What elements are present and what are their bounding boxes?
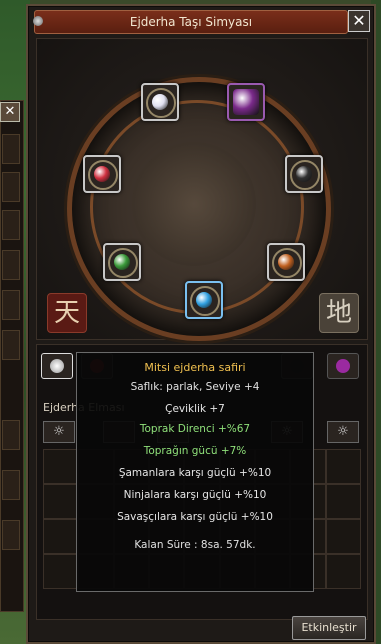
tooltip-remaining-time: Kalan Süre : 8sa. 57dk. [134, 539, 256, 551]
slot-right-garnet[interactable] [267, 243, 305, 281]
tab-diamond[interactable] [41, 353, 73, 379]
slot-bottom-sapphire[interactable] [185, 281, 223, 319]
ruby-gem-icon [94, 166, 110, 182]
dragon-emblem [132, 142, 256, 266]
tooltip-stat: Ninjalara karşı güçlü +%10 [123, 489, 267, 501]
slot-left-jade[interactable] [103, 243, 141, 281]
slot-top-diamond[interactable] [141, 83, 179, 121]
tab-amethyst[interactable] [327, 353, 359, 379]
inventory-cell[interactable] [43, 554, 79, 589]
onyx-gem-icon [296, 166, 312, 182]
side-slot[interactable] [2, 210, 20, 240]
tooltip-stat: Çeviklik +7 [165, 403, 225, 415]
amethyst-tab-icon [336, 359, 350, 373]
side-slot[interactable] [2, 134, 20, 164]
diamond-tab-icon [50, 359, 64, 373]
heaven-glyph-icon[interactable]: 天 [47, 293, 87, 333]
side-slot[interactable] [2, 470, 20, 500]
item-tooltip: Mitsi ejderha safiri Saflık: parlak, Sev… [76, 352, 314, 592]
inventory-cell[interactable] [43, 484, 79, 519]
tooltip-stat: Toprak Direnci +%67 [139, 423, 251, 435]
side-slot[interactable] [2, 330, 20, 360]
gem-type-icon[interactable]: ☼ [327, 421, 359, 443]
side-panel-close-button[interactable]: ✕ [0, 102, 20, 122]
title-bar[interactable]: Ejderha Taşı Simyası [33, 10, 348, 34]
slot-left-ruby[interactable] [83, 155, 121, 193]
side-slot[interactable] [2, 420, 20, 450]
sapphire-gem-icon [196, 292, 212, 308]
dragon-disc-panel: 天 地 [36, 38, 368, 341]
slot-right-onyx[interactable] [285, 155, 323, 193]
window-title: Ejderha Taşı Simyası [129, 15, 253, 29]
earth-glyph-icon[interactable]: 地 [319, 293, 359, 333]
inventory-cell[interactable] [325, 484, 361, 519]
side-slot[interactable] [2, 290, 20, 320]
tooltip-stat: Savaşçılara karşı güçlü +%10 [117, 511, 273, 523]
title-gem-icon [33, 16, 43, 26]
inventory-cell[interactable] [325, 554, 361, 589]
slot-top-amethyst[interactable] [227, 83, 265, 121]
inventory-cell[interactable] [43, 519, 79, 554]
amethyst-gem-icon [233, 89, 259, 115]
inventory-cell[interactable] [43, 449, 79, 484]
side-slot[interactable] [2, 172, 20, 202]
jade-gem-icon [114, 254, 130, 270]
garnet-gem-icon [278, 254, 294, 270]
diamond-gem-icon [152, 94, 168, 110]
activate-button[interactable]: Etkinleştir [292, 616, 366, 640]
inventory-cell[interactable] [325, 449, 361, 484]
close-button[interactable]: ✕ [348, 10, 370, 32]
gem-type-icon[interactable]: ☼ [43, 421, 75, 443]
inventory-cell[interactable] [325, 519, 361, 554]
side-slot[interactable] [2, 520, 20, 550]
tooltip-stat: Şamanlara karşı güçlü +%10 [118, 467, 272, 479]
side-slot[interactable] [2, 250, 20, 280]
tooltip-purity: Saflık: parlak, Seviye +4 [130, 381, 260, 393]
tooltip-title: Mitsi ejderha safiri [144, 361, 246, 374]
tooltip-stat: Toprağın gücü +7% [143, 445, 247, 457]
